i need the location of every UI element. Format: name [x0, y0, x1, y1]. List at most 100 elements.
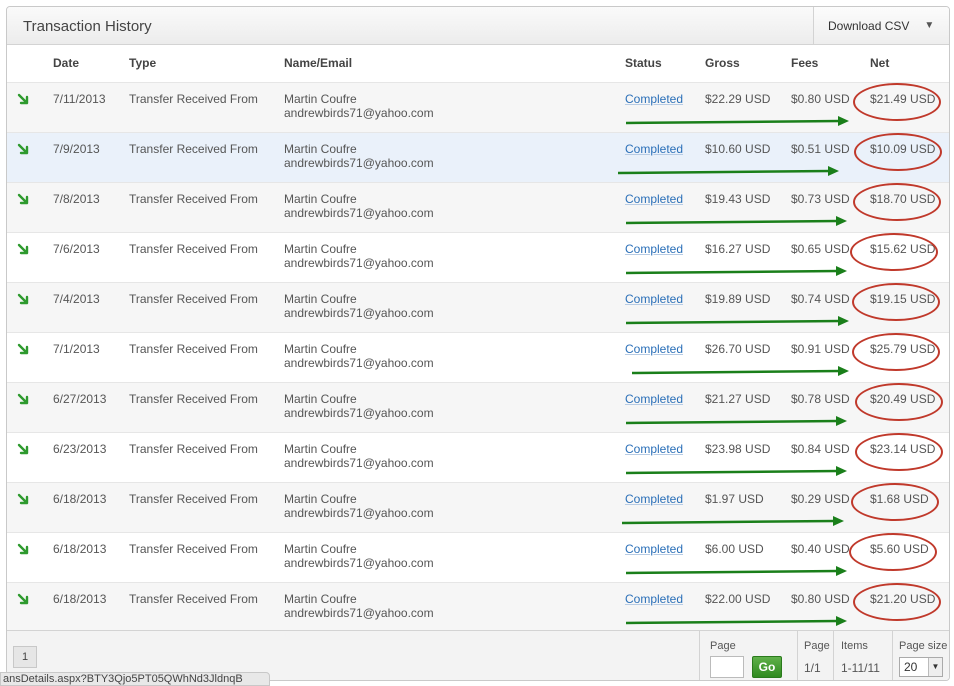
cell-email: andrewbirds71@yahoo.com — [284, 206, 434, 220]
footer-divider — [797, 631, 798, 681]
cell-fees: $0.29 USD — [791, 492, 850, 506]
cell-fees: $0.65 USD — [791, 242, 850, 256]
table-row[interactable]: 6/18/2013Transfer Received FromMartin Co… — [7, 582, 949, 632]
cell-date: 6/18/2013 — [53, 592, 106, 606]
page-size-label: Page size — [899, 640, 947, 652]
cell-date: 6/18/2013 — [53, 542, 106, 556]
cell-date: 7/8/2013 — [53, 192, 100, 206]
cell-email: andrewbirds71@yahoo.com — [284, 156, 434, 170]
cell-date: 6/23/2013 — [53, 442, 106, 456]
table-row[interactable]: 7/9/2013Transfer Received FromMartin Cou… — [7, 132, 949, 182]
cell-gross: $21.27 USD — [705, 392, 770, 406]
column-header-date[interactable]: Date — [53, 56, 79, 70]
page-1-button[interactable]: 1 — [13, 646, 37, 668]
cell-type: Transfer Received From — [129, 142, 258, 156]
cell-name: Martin Coufre — [284, 442, 357, 456]
footer-divider — [892, 631, 893, 681]
table-row[interactable]: 6/18/2013Transfer Received FromMartin Co… — [7, 532, 949, 582]
annotation-arrow-icon — [622, 516, 844, 528]
annotation-circle — [852, 283, 940, 321]
status-link[interactable]: Completed — [625, 342, 683, 356]
status-link[interactable]: Completed — [625, 92, 683, 106]
cell-name: Martin Coufre — [284, 342, 357, 356]
transaction-history-panel: Transaction History Download CSV ▼ Date … — [6, 6, 950, 681]
status-link[interactable]: Completed — [625, 192, 683, 206]
cell-name: Martin Coufre — [284, 592, 357, 606]
cell-date: 7/1/2013 — [53, 342, 100, 356]
annotation-arrow-icon — [626, 466, 847, 478]
cell-type: Transfer Received From — [129, 342, 258, 356]
column-header-net[interactable]: Net — [870, 56, 889, 70]
cell-email: andrewbirds71@yahoo.com — [284, 306, 434, 320]
cell-date: 7/11/2013 — [53, 92, 106, 106]
annotation-arrow-icon — [632, 366, 849, 378]
cell-fees: $0.80 USD — [791, 592, 850, 606]
received-arrow-icon — [17, 393, 31, 407]
cell-fees: $0.40 USD — [791, 542, 850, 556]
received-arrow-icon — [17, 493, 31, 507]
cell-type: Transfer Received From — [129, 542, 258, 556]
status-link[interactable]: Completed — [625, 592, 683, 606]
cell-email: andrewbirds71@yahoo.com — [284, 456, 434, 470]
cell-gross: $19.43 USD — [705, 192, 770, 206]
table-row[interactable]: 6/27/2013Transfer Received FromMartin Co… — [7, 382, 949, 432]
cell-type: Transfer Received From — [129, 392, 258, 406]
annotation-circle — [852, 333, 940, 371]
annotation-arrow-icon — [626, 116, 849, 128]
cell-email: andrewbirds71@yahoo.com — [284, 606, 434, 620]
column-header-fees[interactable]: Fees — [791, 56, 818, 70]
table-row[interactable]: 6/18/2013Transfer Received FromMartin Co… — [7, 482, 949, 532]
cell-fees: $0.74 USD — [791, 292, 850, 306]
page-input[interactable] — [710, 656, 744, 678]
cell-fees: $0.91 USD — [791, 342, 850, 356]
status-link[interactable]: Completed — [625, 442, 683, 456]
table-row[interactable]: 7/1/2013 Transfer Received From Martin Cou… — [7, 332, 949, 382]
status-link[interactable]: Completed — [625, 542, 683, 556]
cell-type: Transfer Received From — [129, 92, 258, 106]
table-row[interactable]: 7/8/2013Transfer Received FromMartin Cou… — [7, 182, 949, 232]
status-link[interactable]: Completed — [625, 242, 683, 256]
table-row[interactable]: 7/6/2013Transfer Received FromMartin Cou… — [7, 232, 949, 282]
cell-type: Transfer Received From — [129, 442, 258, 456]
cell-gross: $26.70 USD — [705, 342, 770, 356]
table-row[interactable]: 7/11/2013Transfer Received FromMartin Co… — [7, 82, 949, 132]
status-link[interactable]: Completed — [625, 392, 683, 406]
column-header-type[interactable]: Type — [129, 56, 156, 70]
annotation-arrow-icon — [626, 266, 847, 278]
cell-date: 7/9/2013 — [53, 142, 100, 156]
cell-type: Transfer Received From — [129, 492, 258, 506]
browser-status-url: ansDetails.aspx?BTY3Qjo5PT05QWhNd3JldnqB — [0, 672, 270, 686]
table-row[interactable]: 7/4/2013Transfer Received FromMartin Cou… — [7, 282, 949, 332]
status-link[interactable]: Completed — [625, 292, 683, 306]
cell-gross: $19.89 USD — [705, 292, 770, 306]
annotation-arrow-icon — [626, 316, 849, 328]
go-button[interactable]: Go — [752, 656, 782, 678]
download-csv-label: Download CSV — [828, 19, 909, 33]
download-csv-button[interactable]: Download CSV ▼ — [813, 7, 949, 44]
received-arrow-icon — [17, 93, 31, 107]
cell-gross: $22.29 USD — [705, 92, 770, 106]
table-header: Date Type Name/Email Status Gross Fees N… — [7, 45, 949, 82]
cell-email: andrewbirds71@yahoo.com — [284, 356, 434, 370]
received-arrow-icon — [17, 293, 31, 307]
annotation-circle — [855, 383, 943, 421]
cell-gross: $22.00 USD — [705, 592, 770, 606]
annotation-circle — [849, 533, 937, 571]
received-arrow-icon — [17, 543, 31, 557]
column-header-gross[interactable]: Gross — [705, 56, 740, 70]
column-header-name[interactable]: Name/Email — [284, 56, 352, 70]
received-arrow-icon — [17, 343, 31, 357]
status-link[interactable]: Completed — [625, 142, 683, 156]
cell-date: 6/27/2013 — [53, 392, 106, 406]
cell-name: Martin Coufre — [284, 192, 357, 206]
cell-gross: $10.60 USD — [705, 142, 770, 156]
page-size-select[interactable]: 20 ▼ — [899, 657, 943, 677]
column-header-status[interactable]: Status — [625, 56, 662, 70]
cell-name: Martin Coufre — [284, 292, 357, 306]
status-link[interactable]: Completed — [625, 492, 683, 506]
items-value: 1-11/11 — [841, 661, 880, 675]
annotation-arrow-icon — [626, 566, 847, 578]
table-row[interactable]: 6/23/2013 Transfer Received From Martin Co… — [7, 432, 949, 482]
annotation-circle — [851, 483, 939, 521]
page-size-value: 20 — [904, 660, 917, 674]
